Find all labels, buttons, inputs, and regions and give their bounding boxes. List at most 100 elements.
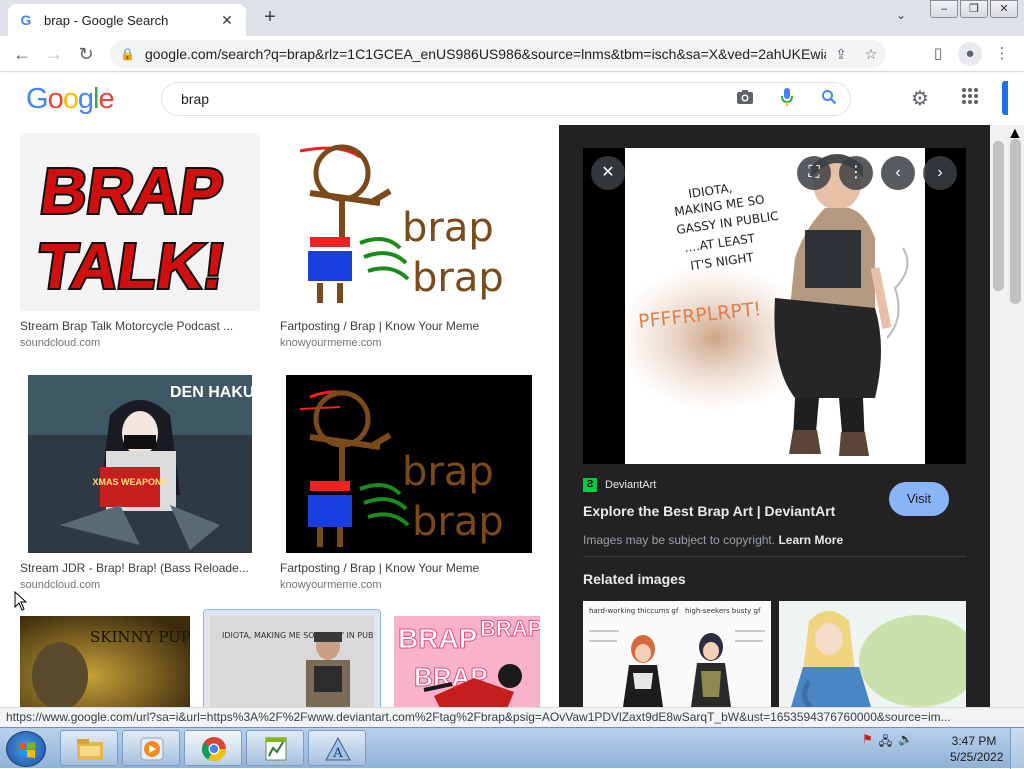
result-title[interactable]: Fartposting / Brap | Know Your Meme [280, 319, 540, 333]
google-apps-grid-icon[interactable] [958, 87, 982, 111]
back-arrow-icon[interactable]: ← [10, 42, 34, 66]
result-thumbnail[interactable]: BRAP TALK! [20, 133, 260, 311]
system-tray: ⚑ 🖧 🔊 [862, 732, 913, 753]
close-preview-icon[interactable]: ✕ [591, 156, 625, 190]
page-scrollbar-thumb[interactable] [1010, 139, 1021, 304]
image-preview-panel: IDIOTA, MAKING ME SO GASSY IN PUBLIC ...… [559, 125, 990, 707]
profile-avatar-icon[interactable]: ● [958, 42, 982, 66]
link-status-bar: https://www.google.com/url?sa=i&url=http… [0, 707, 1024, 727]
media-player-icon [140, 737, 164, 761]
related-image[interactable] [779, 601, 966, 707]
tab-title: brap - Google Search [44, 12, 169, 28]
result-domain[interactable]: knowyourmeme.com [280, 337, 540, 349]
related-text: high-seekers busty gf [685, 607, 761, 615]
logo-letter: g [77, 83, 94, 115]
result-domain[interactable]: knowyourmeme.com [280, 579, 540, 591]
search-icon[interactable] [808, 89, 850, 110]
search-input[interactable]: brap [181, 91, 724, 107]
source-name[interactable]: DeviantArt [605, 479, 656, 491]
camera-search-icon[interactable] [724, 89, 766, 110]
tab-close-icon[interactable]: ✕ [218, 12, 236, 29]
thumb-text: brap [412, 255, 504, 301]
thumb-text: IDIOTA, MAKING ME SO GASSY IN PUBLIC [222, 631, 374, 640]
visit-button[interactable]: Visit [889, 482, 949, 516]
related-image[interactable]: hard-working thiccums gf high-seekers bu… [583, 601, 771, 707]
result-title[interactable]: Stream JDR - Brap! Brap! (Bass Reloade..… [20, 561, 260, 575]
result-thumbnail[interactable]: BRAP BRAP BRAP [394, 616, 540, 707]
image-result[interactable]: BRAP BRAP BRAP [394, 616, 540, 707]
taskbar-clock[interactable]: 3:47 PM 5/25/2022 [950, 733, 1003, 765]
google-logo[interactable]: Google [26, 83, 115, 116]
search-box[interactable]: brap [161, 82, 851, 116]
thumb-text: SKINNY PUPPY [90, 628, 190, 646]
reload-icon[interactable]: ↻ [74, 42, 98, 66]
logo-letter: G [26, 83, 49, 115]
sign-in-button-edge[interactable] [1002, 81, 1008, 115]
learn-more-link[interactable]: Learn More [778, 533, 843, 547]
result-domain[interactable]: soundcloud.com [20, 579, 260, 591]
taskbar-notes-app[interactable] [246, 730, 304, 766]
result-thumbnail[interactable]: IDIOTA, MAKING ME SO GASSY IN PUBLIC [203, 609, 381, 707]
thumb-text: brap [402, 449, 494, 495]
google-favicon-icon: G [20, 12, 32, 28]
side-panel-icon[interactable]: ▯ [926, 42, 950, 66]
thumb-text: BRAP [398, 623, 477, 654]
taskbar-media-player[interactable] [122, 730, 180, 766]
thumb-text: BRAP [480, 616, 540, 641]
forward-arrow-icon[interactable]: → [42, 42, 66, 66]
result-thumbnail[interactable]: SKINNY PUPPY [20, 616, 190, 707]
image-result[interactable]: SKINNY PUPPY [20, 616, 190, 707]
share-icon[interactable]: ⇪ [826, 46, 856, 63]
more-options-icon[interactable]: ⋮ [839, 156, 873, 190]
thumb-text: TALK! [33, 230, 230, 302]
image-result[interactable]: DEN HAKU XMAS WEAPONS Stream JDR - Brap!… [20, 375, 260, 591]
preview-title[interactable]: Explore the Best Brap Art | DeviantArt [583, 503, 835, 519]
result-thumbnail[interactable]: brap brap [280, 133, 540, 311]
show-desktop-button[interactable] [1010, 728, 1024, 769]
preview-scrollbar[interactable] [990, 125, 1007, 707]
bookmark-star-icon[interactable]: ☆ [856, 46, 886, 63]
image-result-selected[interactable]: IDIOTA, MAKING ME SO GASSY IN PUBLIC [203, 609, 381, 707]
address-bar[interactable]: 🔒 google.com/search?q=brap&rlz=1C1GCEA_e… [110, 40, 886, 68]
restore-button[interactable]: ❐ [960, 0, 988, 18]
preview-image[interactable]: IDIOTA, MAKING ME SO GASSY IN PUBLIC ...… [625, 148, 925, 464]
image-results-grid: BRAP TALK! Stream Brap Talk Motorcycle P… [0, 125, 560, 707]
windows-logo-icon [19, 742, 35, 758]
settings-gear-icon[interactable]: ⚙ [908, 87, 932, 111]
result-thumbnail[interactable]: brap brap [280, 375, 540, 553]
taskbar-app[interactable]: A [308, 730, 366, 766]
url-text[interactable]: google.com/search?q=brap&rlz=1C1GCEA_enU… [145, 46, 826, 62]
network-icon[interactable]: 🖧 [879, 732, 892, 753]
minimize-button[interactable]: – [930, 0, 958, 18]
image-result[interactable]: brap brap Fartposting / Brap | Know Your… [280, 375, 540, 591]
previous-image-icon[interactable]: ‹ [881, 156, 915, 190]
action-center-flag-icon[interactable]: ⚑ [862, 732, 873, 753]
volume-icon[interactable]: 🔊 [898, 732, 913, 753]
browser-menu-icon[interactable]: ⋮ [990, 42, 1014, 66]
image-result[interactable]: brap brap Fartposting / Brap | Know Your… [280, 133, 540, 349]
browser-tab[interactable]: G brap - Google Search ✕ [8, 4, 246, 36]
lens-search-icon[interactable]: ⛶ [797, 156, 831, 190]
image-result[interactable]: BRAP TALK! Stream Brap Talk Motorcycle P… [20, 133, 260, 349]
new-tab-button[interactable]: + [258, 6, 282, 30]
result-domain[interactable]: soundcloud.com [20, 337, 260, 349]
logo-letter: o [62, 83, 79, 115]
taskbar-file-explorer[interactable] [60, 730, 118, 766]
thumb-text: DEN HAKU [170, 384, 254, 401]
preview-scrollbar-thumb[interactable] [993, 141, 1004, 291]
result-title[interactable]: Fartposting / Brap | Know Your Meme [280, 561, 540, 575]
browser-toolbar: ← → ↻ 🔒 google.com/search?q=brap&rlz=1C1… [0, 36, 1024, 72]
close-window-button[interactable]: ✕ [990, 0, 1018, 18]
copyright-notice: Images may be subject to copyright. Lear… [583, 533, 843, 547]
start-button[interactable] [6, 731, 46, 767]
tab-search-chevron-icon[interactable]: ⌄ [896, 8, 906, 22]
voice-search-icon[interactable] [766, 87, 808, 111]
preview-source[interactable]: Ƨ DeviantArt [583, 478, 656, 492]
tab-strip: G brap - Google Search ✕ + ⌄ – ❐ ✕ [0, 0, 1024, 36]
taskbar-chrome[interactable] [184, 730, 242, 766]
result-thumbnail[interactable]: DEN HAKU XMAS WEAPONS [20, 375, 260, 553]
page-scrollbar[interactable]: ▲ ▼ [1007, 125, 1024, 707]
next-image-icon[interactable]: › [923, 156, 957, 190]
result-title[interactable]: Stream Brap Talk Motorcycle Podcast ... [20, 319, 260, 333]
lock-icon[interactable]: 🔒 [120, 47, 135, 61]
